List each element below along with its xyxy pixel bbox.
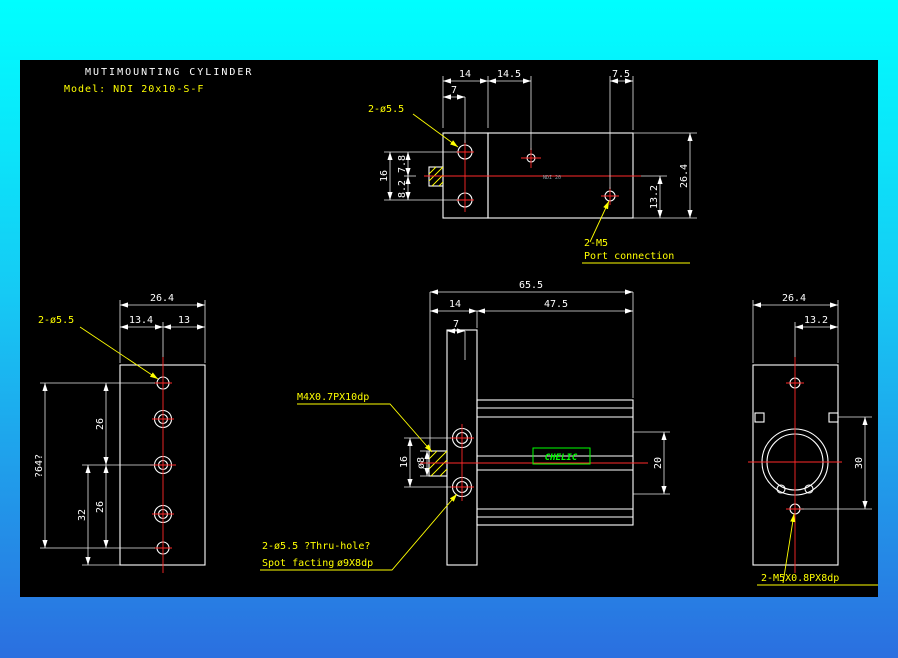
dim-14: 14	[459, 69, 471, 80]
holes-callout: 2-ø5.5	[38, 315, 74, 326]
thread-callout: 2-M5X0.8PX8dp	[761, 573, 839, 584]
thread-callout: M4X0.7PX10dp	[297, 392, 369, 403]
spot-facing-callout: Spot facting	[262, 558, 334, 569]
dim-13-4: 13.4	[129, 315, 153, 326]
dim-rod-dia: ø8	[416, 457, 427, 469]
cad-window: MUTIMOUNTING CYLINDER Model: NDI 20x10-S…	[0, 0, 898, 658]
body-stamp: NDI 20	[543, 175, 561, 181]
dim-13-2: 13.2	[804, 315, 828, 326]
dim-14-5: 14.5	[497, 69, 521, 80]
dim-20: 20	[653, 457, 664, 469]
dim-26-a: 26	[95, 418, 106, 430]
dim-13-2: 13.2	[649, 185, 660, 209]
dim-32: 32	[77, 509, 88, 521]
spot-facing-size: ø9X8dp	[337, 558, 373, 569]
brand-logo-text: CHELIC	[545, 453, 578, 463]
dim-30: 30	[854, 457, 865, 469]
dim-8-2: 8.2	[397, 180, 408, 198]
dim-64: ?64?	[34, 454, 45, 478]
dim-13: 13	[178, 315, 190, 326]
drawing-model: Model: NDI 20x10-S-F	[64, 84, 204, 95]
dim-26-b: 26	[95, 501, 106, 513]
dim-26-4: 26.4	[782, 293, 806, 304]
dim-7-5: 7.5	[612, 69, 630, 80]
dim-14: 14	[449, 299, 461, 310]
dim-7: 7	[453, 319, 459, 330]
dim-16: 16	[399, 456, 410, 468]
drawing-title: MUTIMOUNTING CYLINDER	[85, 67, 253, 78]
port-caption: Port connection	[584, 251, 674, 262]
dim-65-5: 65.5	[519, 280, 543, 291]
dim-7-8: 7.8	[397, 155, 408, 173]
port-callout: 2-M5	[584, 238, 608, 249]
cad-viewport: MUTIMOUNTING CYLINDER Model: NDI 20x10-S…	[0, 0, 898, 658]
dim-26-4: 26.4	[679, 164, 690, 188]
dim-16: 16	[379, 170, 390, 182]
dim-47-5: 47.5	[544, 299, 568, 310]
dim-26-4: 26.4	[150, 293, 174, 304]
holes-callout: 2-ø5.5	[368, 104, 404, 115]
thru-hole-callout: 2-ø5.5 ?Thru-hole?	[262, 541, 370, 552]
dim-7: 7	[451, 85, 457, 96]
